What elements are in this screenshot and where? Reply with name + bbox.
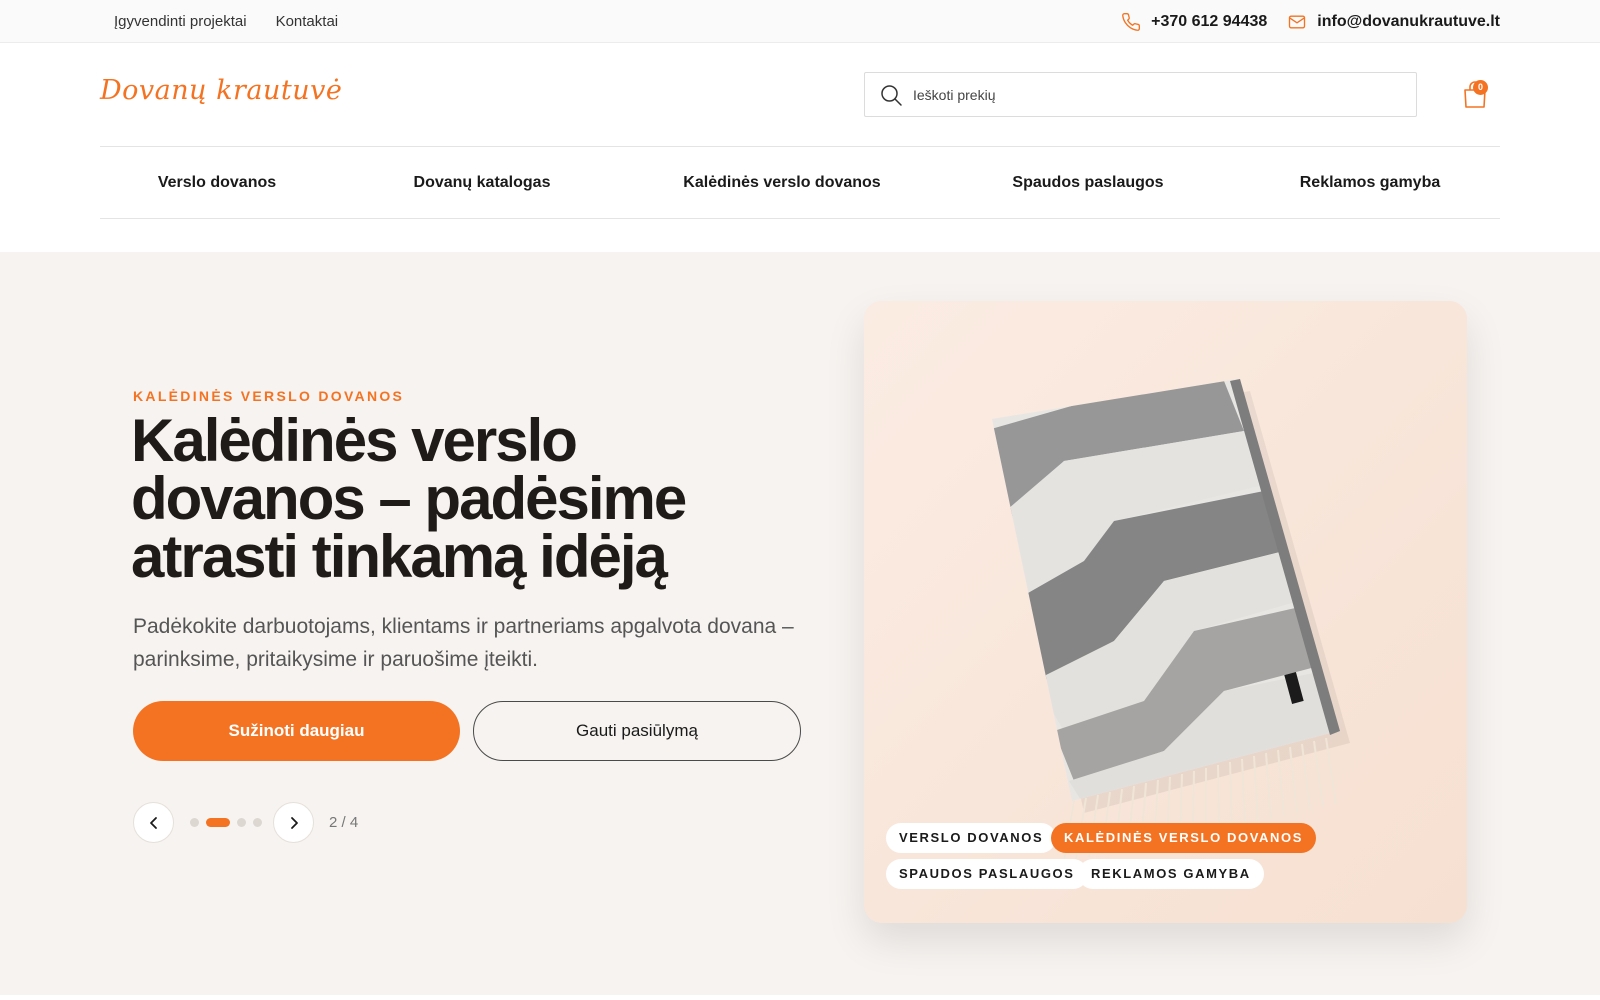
cart-count-badge: 0 [1473,80,1488,95]
search-icon[interactable] [879,83,903,107]
hero-subtitle: Padėkokite darbuotojams, klientams ir pa… [133,615,794,671]
link-projects[interactable]: Įgyvendinti projektai [114,13,247,30]
slider-dot[interactable] [190,817,199,827]
site-header: Dovanų krautuvė 0 [0,43,1600,147]
hero-title-line: Kalėdinės verslo [131,407,578,474]
get-offer-button[interactable]: Gauti pasiūlymą [473,701,801,761]
phone-number: +370 612 94438 [1151,12,1268,30]
prev-slide-button[interactable] [133,802,174,843]
chip-christmas-gifts[interactable]: KALĖDINĖS VERSLO DOVANOS [1051,823,1316,853]
hero-title-line: atrasti tinkamą idėją [131,523,668,590]
hero-eyebrow: KALĖDINĖS VERSLO DOVANOS [133,388,405,404]
nav-item-christmas-gifts[interactable]: Kalėdinės verslo dovanos [683,147,880,218]
nav-item-gift-catalog[interactable]: Dovanų katalogas [414,147,551,218]
chip-business-gifts[interactable]: VERSLO DOVANOS [886,823,1057,853]
hero-title: Kalėdinės verslo dovanos – padėsime atra… [131,411,831,587]
slider-dots [190,817,262,827]
email-address: info@dovanukrautuve.lt [1317,12,1500,30]
search-input[interactable] [913,86,1393,103]
slide-counter: 2 / 4 [329,814,359,831]
slider-dot[interactable] [253,817,262,827]
top-links: Įgyvendinti projektai Kontaktai [114,0,338,43]
mail-icon [1289,15,1306,28]
site-logo[interactable]: Dovanų krautuvė [100,75,342,106]
nav-item-printing[interactable]: Spaudos paslaugos [1012,147,1163,218]
slider-dot[interactable] [237,817,246,827]
search-bar [864,72,1417,117]
product-image-card[interactable]: VERSLO DOVANOS KALĖDINĖS VERSLO DOVANOS … [864,301,1467,923]
hero-slider: KALĖDINĖS VERSLO DOVANOS Kalėdinės versl… [0,252,1600,995]
nav-item-business-gifts[interactable]: Verslo dovanos [158,147,276,218]
email-link[interactable]: info@dovanukrautuve.lt [1287,12,1500,32]
nav-item-advertising[interactable]: Reklamos gamyba [1300,147,1441,218]
chip-printing[interactable]: SPAUDOS PASLAUGOS [886,859,1088,889]
chevron-right-icon [290,816,298,829]
link-contacts[interactable]: Kontaktai [276,13,339,30]
top-bar: Įgyvendinti projektai Kontaktai +370 612… [0,0,1600,43]
learn-more-button[interactable]: Sužinoti daugiau [133,701,460,761]
chip-advertising[interactable]: REKLAMOS GAMYBA [1078,859,1264,889]
main-nav: Verslo dovanos Dovanų katalogas Kalėdinė… [100,146,1500,219]
chevron-left-icon [149,816,157,829]
phone-icon [1122,12,1141,31]
slider-dot-active[interactable] [206,817,230,827]
hero-title-line: dovanos – padėsime [131,465,687,532]
phone-link[interactable]: +370 612 94438 [1121,12,1267,32]
next-slide-button[interactable] [273,802,314,843]
top-contacts: +370 612 94438 info@dovanukrautuve.lt [1121,0,1500,43]
